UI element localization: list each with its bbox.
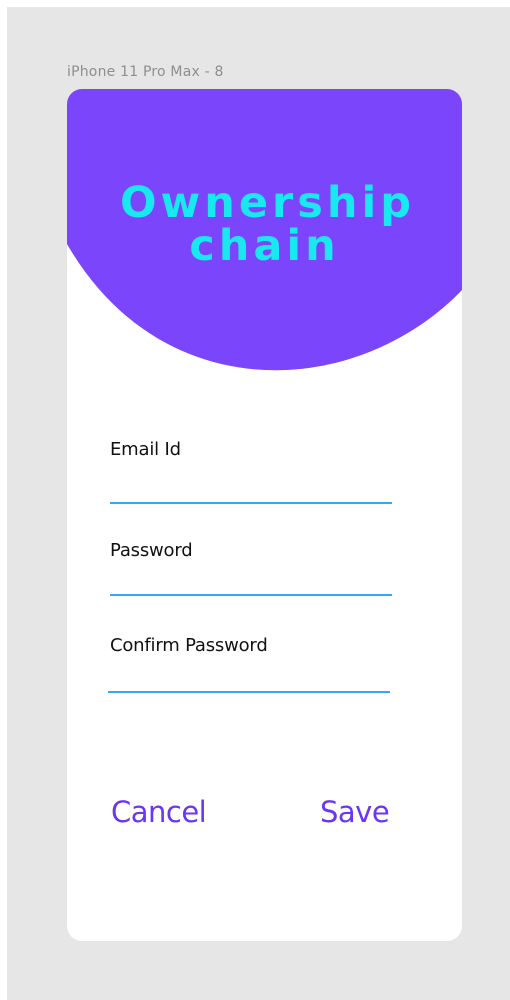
phone-screen: Ownership chain Email Id Password Confir… — [67, 89, 462, 941]
password-input[interactable] — [110, 566, 392, 596]
password-label: Password — [110, 540, 193, 561]
app-title-line1: Ownership — [120, 178, 415, 228]
save-button[interactable]: Save — [320, 795, 390, 829]
app-title-line2: chain — [189, 220, 340, 271]
confirm-password-input[interactable] — [108, 663, 390, 693]
confirm-password-label: Confirm Password — [110, 635, 268, 656]
email-label: Email Id — [110, 439, 181, 460]
app-title: Ownership chain — [67, 178, 462, 271]
email-input[interactable] — [110, 474, 392, 504]
artboard-label: iPhone 11 Pro Max - 8 — [67, 64, 224, 80]
cancel-button[interactable]: Cancel — [111, 795, 207, 829]
